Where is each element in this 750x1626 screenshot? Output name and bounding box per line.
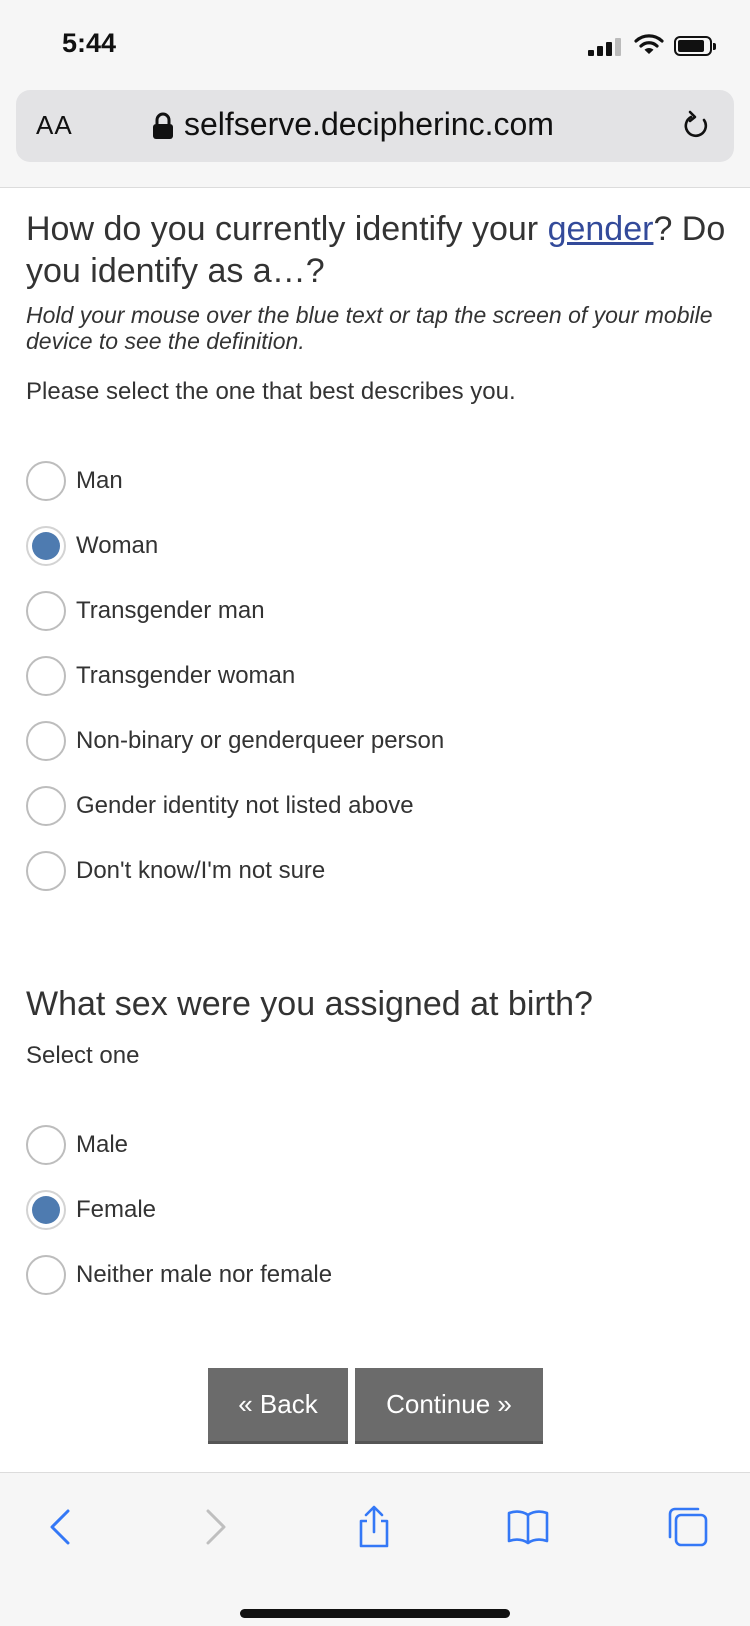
option-label: Non-binary or genderqueer person (76, 726, 445, 754)
continue-button[interactable]: Continue » (355, 1368, 543, 1444)
survey-content: How do you currently identify your gende… (26, 188, 726, 1307)
address-bar[interactable]: AA selfserve.decipherinc.com (16, 90, 734, 162)
tabs-icon[interactable] (666, 1505, 710, 1549)
battery-icon (674, 36, 716, 56)
question2-title: What sex were you assigned at birth? (26, 985, 593, 1023)
option-non-binary[interactable]: Non-binary or genderqueer person (26, 708, 726, 773)
question2-instruction: Select one (26, 1042, 140, 1069)
option-label: Neither male nor female (76, 1260, 333, 1288)
radio-button[interactable] (26, 785, 66, 826)
radio-button[interactable] (26, 655, 66, 696)
option-label: Male (76, 1130, 129, 1158)
radio-button[interactable] (26, 525, 66, 566)
option-neither[interactable]: Neither male nor female (26, 1242, 726, 1307)
option-female[interactable]: Female (26, 1177, 726, 1242)
text-size-button[interactable]: AA (36, 110, 73, 141)
lock-icon (153, 112, 173, 139)
share-icon[interactable] (352, 1505, 396, 1549)
option-label: Man (76, 466, 123, 494)
option-label: Don't know/I'm not sure (76, 856, 326, 884)
question2-options: Male Female Neither male nor female (26, 1112, 726, 1307)
option-man[interactable]: Man (26, 448, 726, 513)
radio-button[interactable] (26, 590, 66, 631)
radio-button[interactable] (26, 1124, 66, 1165)
back-button[interactable]: « Back (208, 1368, 348, 1444)
forward-icon (206, 1509, 226, 1545)
option-label: Transgender man (76, 596, 265, 624)
status-time: 5:44 (62, 28, 117, 58)
option-transgender-woman[interactable]: Transgender woman (26, 643, 726, 708)
gender-definition-link[interactable]: gender (548, 210, 654, 248)
home-indicator[interactable] (240, 1609, 510, 1618)
cellular-signal-icon (588, 36, 624, 56)
option-not-listed[interactable]: Gender identity not listed above (26, 773, 726, 838)
question1-options: Man Woman Transgender man Transgender wo… (26, 448, 726, 903)
question1-title: How do you currently identify your gende… (26, 208, 726, 292)
radio-button[interactable] (26, 1254, 66, 1295)
reload-icon[interactable] (680, 110, 712, 142)
question1-hint: Hold your mouse over the blue text or ta… (26, 302, 713, 354)
survey-navigation: « Back Continue » (0, 1368, 750, 1444)
url-text[interactable]: selfserve.decipherinc.com (184, 106, 554, 143)
option-male[interactable]: Male (26, 1112, 726, 1177)
option-not-sure[interactable]: Don't know/I'm not sure (26, 838, 726, 903)
radio-button[interactable] (26, 460, 66, 501)
bookmarks-icon[interactable] (506, 1505, 550, 1549)
option-transgender-man[interactable]: Transgender man (26, 578, 726, 643)
status-bar: 5:44 (0, 0, 750, 90)
radio-button[interactable] (26, 850, 66, 891)
option-label: Female (76, 1195, 157, 1223)
option-label: Gender identity not listed above (76, 791, 414, 819)
back-icon[interactable] (40, 1505, 84, 1549)
option-woman[interactable]: Woman (26, 513, 726, 578)
option-label: Woman (76, 531, 159, 559)
radio-button[interactable] (26, 1189, 66, 1230)
question1-instruction: Please select the one that best describe… (26, 378, 516, 405)
browser-toolbar (0, 1472, 750, 1626)
browser-top-bar: AA selfserve.decipherinc.com (0, 90, 750, 188)
radio-button[interactable] (26, 720, 66, 761)
question1-title-before: How do you currently identify your (26, 210, 548, 248)
wifi-icon (634, 34, 664, 54)
option-label: Transgender woman (76, 661, 296, 689)
